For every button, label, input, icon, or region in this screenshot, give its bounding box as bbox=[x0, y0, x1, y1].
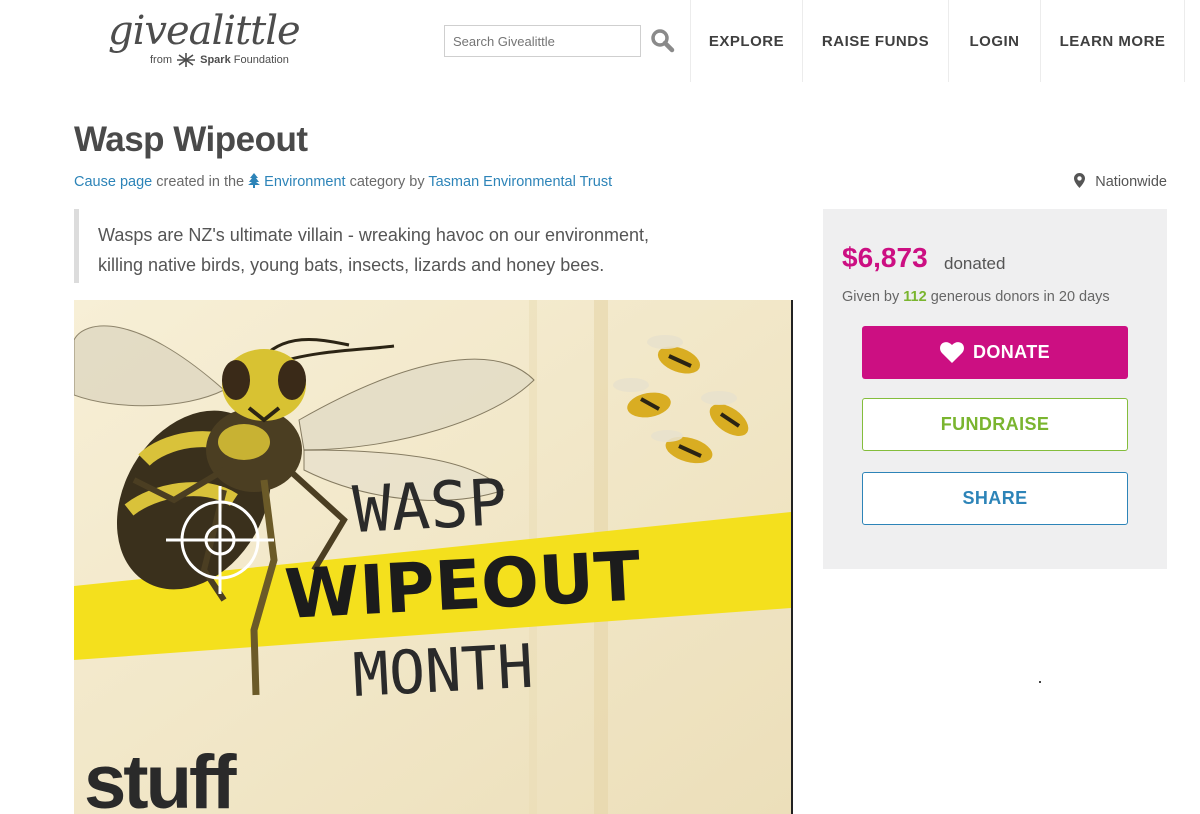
map-marker-icon bbox=[1074, 173, 1086, 188]
nav-login[interactable]: LOGIN bbox=[948, 0, 1040, 82]
heart-icon bbox=[939, 342, 964, 363]
site-header: givealittle from Spark Foundation EXPLOR… bbox=[0, 0, 1200, 82]
meta-category-by: category by bbox=[349, 174, 425, 190]
donate-label: DONATE bbox=[972, 342, 1051, 362]
cause-page-link[interactable]: Cause page bbox=[74, 174, 152, 190]
donation-panel: $6,873 donated Given by 112 generous don… bbox=[823, 209, 1167, 569]
donate-button[interactable]: DONATE bbox=[862, 326, 1128, 379]
nav-learn-more[interactable]: LEARN MORE bbox=[1040, 0, 1185, 82]
organisation-link[interactable]: Tasman Environmental Trust bbox=[428, 174, 612, 190]
donors-prefix: Given by bbox=[842, 289, 900, 305]
logo-wordmark: givealittle bbox=[108, 8, 301, 54]
givealittle-logo[interactable]: givealittle from Spark Foundation bbox=[108, 8, 313, 72]
donor-count: 112 bbox=[903, 289, 927, 305]
location: Nationwide bbox=[1074, 173, 1167, 190]
amount-suffix: donated bbox=[944, 254, 1006, 273]
main-nav: EXPLORE RAISE FUNDS LOGIN LEARN MORE bbox=[690, 0, 1185, 82]
logo-brand: Spark bbox=[200, 53, 231, 66]
poster-line-month: MONTH bbox=[351, 632, 535, 711]
fundraise-button[interactable]: FUNDRAISE bbox=[862, 398, 1128, 451]
logo-tagline: from Spark Foundation bbox=[150, 53, 289, 67]
tree-icon bbox=[248, 173, 261, 188]
stuff-logo: stuff bbox=[84, 740, 237, 814]
hero-image: WASP WIPEOUT MONTH stuff bbox=[74, 300, 793, 814]
search-input[interactable] bbox=[444, 25, 641, 57]
wasp-wipeout-poster: WASP WIPEOUT MONTH stuff bbox=[74, 300, 791, 814]
category-link[interactable]: Environment bbox=[264, 174, 345, 190]
location-label: Nationwide bbox=[1095, 174, 1167, 190]
cause-summary: Wasps are NZ's ultimate villain - wreaki… bbox=[74, 209, 674, 283]
share-button[interactable]: SHARE bbox=[862, 472, 1128, 525]
nav-raise-funds[interactable]: RAISE FUNDS bbox=[802, 0, 948, 82]
spark-star-icon bbox=[177, 53, 196, 67]
search-button[interactable] bbox=[650, 28, 676, 54]
meta-created-in: created in the bbox=[156, 174, 245, 190]
poster-line-wasp: WASP bbox=[351, 466, 509, 548]
search-icon bbox=[651, 29, 675, 53]
stray-dot bbox=[1039, 681, 1041, 683]
nav-explore[interactable]: EXPLORE bbox=[690, 0, 802, 82]
donor-summary: Given by 112 generous donors in 20 days bbox=[842, 289, 1110, 305]
amount-donated: $6,873 bbox=[842, 242, 928, 273]
page-meta: Cause page created in the Environment ca… bbox=[74, 173, 612, 190]
logo-from: from bbox=[150, 53, 172, 66]
donors-suffix: generous donors in 20 days bbox=[930, 289, 1110, 305]
logo-foundation: Foundation bbox=[233, 53, 289, 66]
page-title: Wasp Wipeout bbox=[74, 120, 308, 159]
